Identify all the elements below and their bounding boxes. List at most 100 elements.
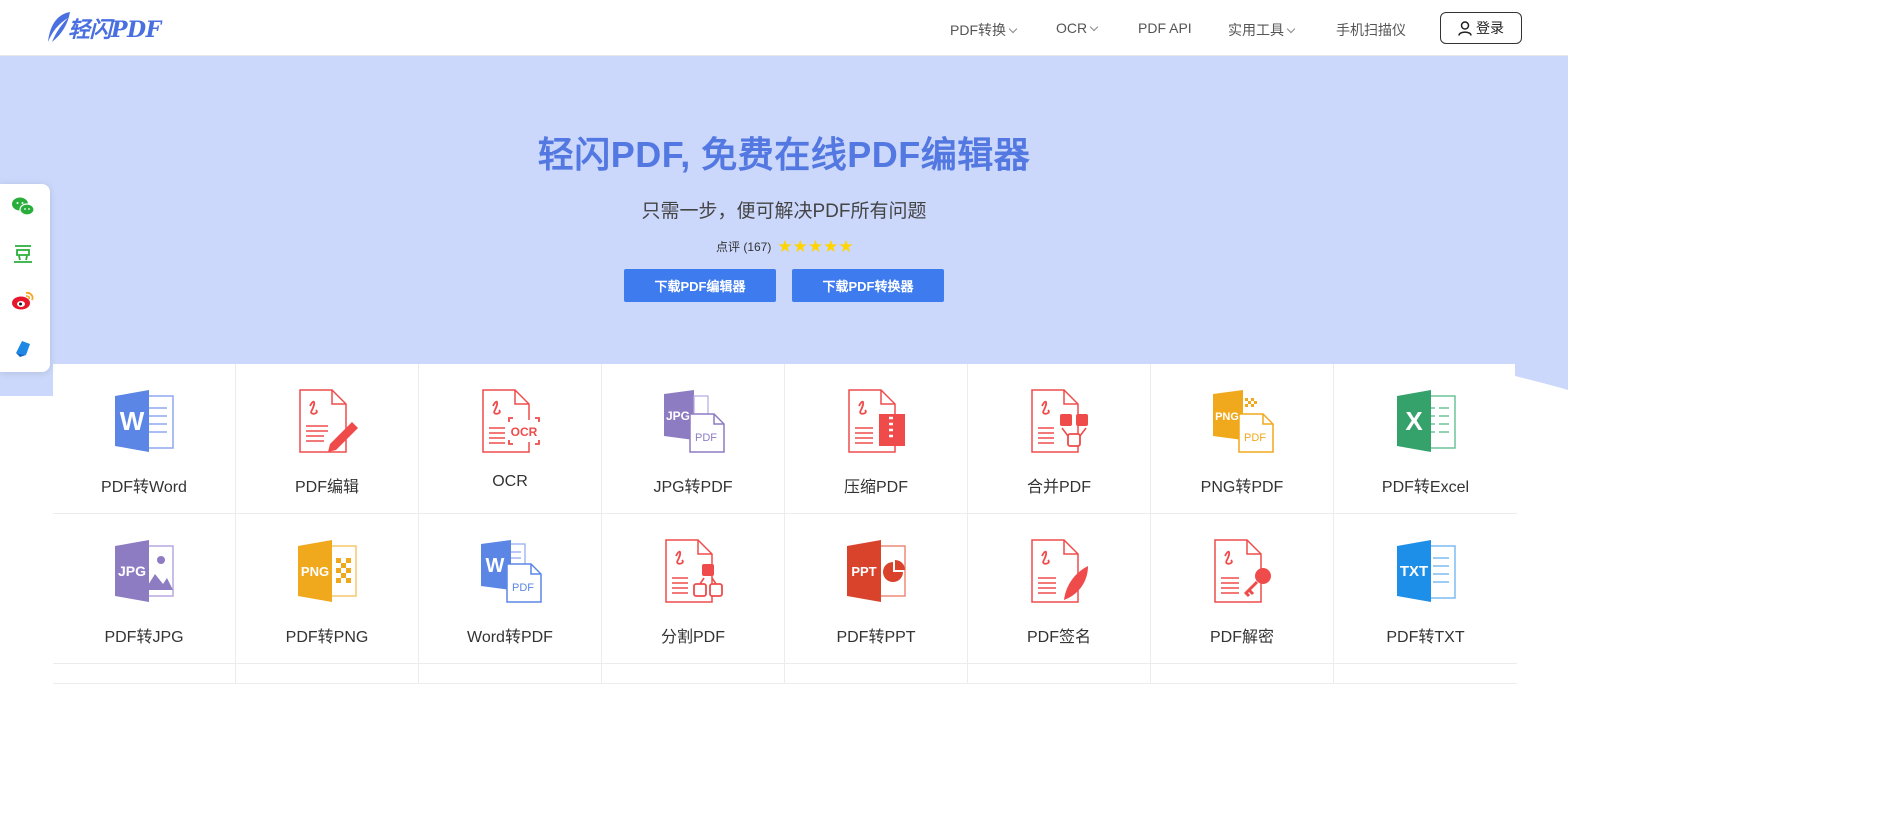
nav-pdf-convert[interactable]: PDF转换 [950, 20, 1018, 40]
share-douban[interactable] [0, 231, 46, 277]
tool-pdf-edit[interactable]: PDF编辑 [236, 364, 419, 514]
rating-stars: ★ ★ ★ ★ ★ [777, 238, 853, 255]
note-icon [16, 341, 30, 357]
jpg-icon: JPG [115, 540, 174, 602]
star-icon: ★ [777, 237, 793, 256]
tool-label: PDF签名 [1026, 629, 1091, 646]
svg-text:OCR: OCR [511, 425, 538, 439]
tool-pdf-to-txt[interactable]: TXT PDF转TXT [1334, 514, 1517, 664]
svg-text:PDF: PDF [1244, 432, 1266, 444]
nav-label: 手机扫描仪 [1336, 22, 1406, 38]
hero-banner: 轻闪PDF, 免费在线PDF编辑器 只需一步，便可解决PDF所有问题 点评 (1… [0, 56, 1568, 396]
star-icon: ★ [792, 237, 808, 256]
nav-label: PDF API [1138, 20, 1192, 36]
login-button[interactable]: 登录 [1440, 12, 1522, 44]
word-to-pdf-icon: W PDF [481, 540, 542, 603]
tool-pdf-to-excel[interactable]: X PDF转Excel [1334, 364, 1517, 514]
merge-pdf-icon [1031, 389, 1088, 453]
tool-row3-cell [968, 664, 1151, 684]
tool-label: 分割PDF [660, 629, 725, 646]
word-icon: W [115, 390, 174, 452]
tool-row3-cell [236, 664, 419, 684]
tool-label: JPG转PDF [653, 479, 733, 496]
tool-pdf-sign[interactable]: PDF签名 [968, 514, 1151, 664]
svg-text:PNG: PNG [1215, 411, 1239, 423]
tool-label: PDF解密 [1209, 629, 1274, 646]
chevron-down-icon [1008, 24, 1018, 34]
split-pdf-icon [665, 539, 723, 603]
star-icon: ★ [807, 237, 824, 256]
svg-text:PPT: PPT [851, 564, 876, 579]
svg-text:W: W [486, 555, 505, 577]
pdf-edit-icon [299, 389, 358, 453]
tool-row3-cell [419, 664, 602, 684]
tool-pdf-to-png[interactable]: PNG PDF转PNG [236, 514, 419, 664]
tools-grid: W PDF转Word PDF编辑 OCR OCR JPG PDF JPG转PDF… [53, 364, 1517, 684]
tool-pdf-decrypt[interactable]: PDF解密 [1151, 514, 1334, 664]
svg-text:TXT: TXT [1399, 563, 1427, 580]
weibo-icon [12, 291, 34, 310]
svg-text:X: X [1405, 406, 1423, 436]
douban-icon [14, 245, 32, 263]
tool-row3-cell [602, 664, 785, 684]
nav-tools[interactable]: 实用工具 [1228, 20, 1296, 40]
excel-icon: X [1396, 390, 1456, 452]
share-note[interactable] [0, 325, 46, 371]
compress-pdf-icon [848, 389, 905, 453]
rating: 点评 (167) ★ ★ ★ ★ ★ [716, 238, 854, 255]
tool-row3-cell [785, 664, 968, 684]
svg-text:JPG: JPG [118, 563, 146, 579]
tool-compress-pdf[interactable]: 压缩PDF [785, 364, 968, 514]
tool-word-to-pdf[interactable]: W PDF Word转PDF [419, 514, 602, 664]
share-sidebar [0, 184, 50, 372]
txt-icon: TXT [1396, 540, 1456, 602]
tool-pdf-to-ppt[interactable]: PPT PDF转PPT [785, 514, 968, 664]
tool-pdf-to-word[interactable]: W PDF转Word [53, 364, 236, 514]
hero-curve-decoration [1515, 376, 1568, 396]
tool-png-to-pdf[interactable]: PNG PDF PNG转PDF [1151, 364, 1334, 514]
download-converter-button[interactable]: 下载PDF转换器 [792, 269, 944, 302]
share-wechat[interactable] [0, 184, 46, 230]
nav-mobile-scanner[interactable]: 手机扫描仪 [1336, 20, 1406, 40]
wechat-icon [12, 197, 35, 216]
tool-row3-cell [1334, 664, 1517, 684]
user-icon [1458, 20, 1472, 36]
tool-label: PDF转PPT [836, 629, 916, 646]
hero-subtitle: 只需一步，便可解决PDF所有问题 [641, 201, 927, 222]
tool-label: PDF转PNG [285, 629, 369, 646]
tool-split-pdf[interactable]: 分割PDF [602, 514, 785, 664]
pdf-sign-icon [1031, 539, 1088, 603]
pdf-decrypt-icon [1214, 539, 1271, 603]
star-icon: ★ [838, 237, 854, 256]
tool-label: PDF编辑 [294, 479, 359, 496]
tool-ocr[interactable]: OCR OCR [419, 364, 602, 514]
svg-text:W: W [120, 406, 145, 436]
png-icon: PNG [298, 540, 357, 602]
download-editor-button[interactable]: 下载PDF编辑器 [624, 269, 776, 302]
page-title: 轻闪PDF, 免费在线PDF编辑器 [537, 134, 1031, 175]
logo[interactable]: 轻闪PDF [44, 8, 161, 48]
tool-label: PDF转JPG [104, 629, 184, 646]
tool-row3-cell [53, 664, 236, 684]
logo-text: 轻闪PDF [68, 17, 161, 43]
tool-label: PNG转PDF [1200, 479, 1284, 496]
tool-row3-cell [1151, 664, 1334, 684]
png-to-pdf-icon: PNG PDF [1213, 390, 1274, 453]
nav-pdf-api[interactable]: PDF API [1138, 20, 1192, 36]
svg-text:PDF: PDF [695, 432, 717, 444]
tool-jpg-to-pdf[interactable]: JPG PDF JPG转PDF [602, 364, 785, 514]
nav-label: PDF转换 [950, 22, 1006, 38]
tool-label: PDF转Excel [1381, 479, 1470, 496]
tool-merge-pdf[interactable]: 合并PDF [968, 364, 1151, 514]
tool-label: 合并PDF [1026, 479, 1091, 496]
share-weibo[interactable] [0, 278, 46, 324]
svg-text:PNG: PNG [301, 564, 329, 579]
nav-ocr[interactable]: OCR [1056, 20, 1099, 36]
chevron-down-icon [1286, 24, 1296, 34]
nav-label: 实用工具 [1228, 22, 1284, 38]
tool-label: PDF转Word [101, 479, 187, 496]
chevron-down-icon [1089, 22, 1099, 32]
tool-pdf-to-jpg[interactable]: JPG PDF转JPG [53, 514, 236, 664]
tool-label: Word转PDF [467, 629, 553, 646]
svg-text:PDF: PDF [512, 582, 534, 594]
